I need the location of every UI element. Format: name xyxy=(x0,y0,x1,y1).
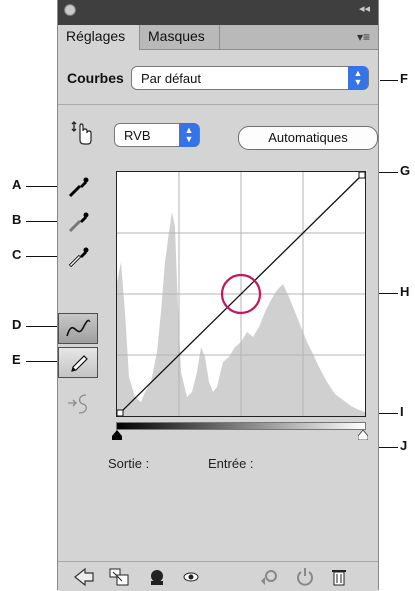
bottom-toolbar xyxy=(58,561,378,591)
callout-f-line xyxy=(380,80,398,81)
callout-i: I xyxy=(400,404,404,419)
auto-button[interactable]: Automatiques xyxy=(238,126,378,150)
callout-e-line xyxy=(26,361,58,362)
adjustments-panel: ◂◂ Réglages Masques ▾≡ Courbes Par défau… xyxy=(57,0,379,591)
input-label: Entrée : xyxy=(208,456,254,471)
callout-c: C xyxy=(12,247,22,262)
callout-d-line xyxy=(26,326,58,327)
curve-endpoint-black xyxy=(117,409,124,416)
chevron-updown-icon: ▲ ▼ xyxy=(179,123,199,147)
callout-e: E xyxy=(12,352,21,367)
channel-select[interactable]: RVB ▲ ▼ xyxy=(114,123,200,147)
panel-menu-icon[interactable]: ▾≡ xyxy=(357,30,370,44)
hand-target-icon[interactable] xyxy=(71,120,93,146)
callout-d: D xyxy=(12,317,22,332)
callout-h: H xyxy=(400,284,410,299)
channel-value: RVB xyxy=(124,128,151,143)
smooth-curve-icon xyxy=(68,394,87,414)
curve-points-icon xyxy=(66,319,91,337)
preset-select[interactable]: Par défaut ▲ ▼ xyxy=(131,66,369,90)
white-point-eyedropper-icon[interactable] xyxy=(67,245,91,269)
expand-view-icon[interactable] xyxy=(108,567,130,587)
curves-graph-canvas xyxy=(117,172,365,416)
gray-point-eyedropper-icon[interactable] xyxy=(67,210,91,234)
pencil-icon xyxy=(71,355,88,372)
clip-to-layer-icon[interactable] xyxy=(146,567,168,587)
draw-curve-button[interactable] xyxy=(58,347,98,378)
output-label: Sortie : xyxy=(108,456,150,471)
callout-b: B xyxy=(12,212,22,227)
edit-mode-toolbox xyxy=(58,313,98,395)
panel-title: Courbes xyxy=(67,70,124,86)
input-gradient-bar xyxy=(116,422,366,430)
visibility-eye-icon[interactable] xyxy=(180,567,202,587)
view-previous-icon[interactable] xyxy=(258,567,280,587)
tab-adjustments[interactable]: Réglages xyxy=(58,25,140,50)
close-icon[interactable] xyxy=(64,4,76,16)
black-point-eyedropper-icon[interactable] xyxy=(67,175,91,199)
curve-endpoint-white xyxy=(358,172,365,179)
panel-titlebar: ◂◂ xyxy=(58,0,378,26)
curves-header: Courbes Par défaut ▲ ▼ xyxy=(58,60,378,98)
trash-icon[interactable] xyxy=(328,567,350,587)
reset-icon[interactable] xyxy=(294,567,316,587)
callout-j: J xyxy=(400,438,408,453)
callout-g: G xyxy=(400,163,411,178)
white-point-slider-icon[interactable] xyxy=(358,430,368,440)
edit-points-button[interactable] xyxy=(58,313,98,344)
back-arrow-icon[interactable] xyxy=(73,567,95,587)
black-point-slider-icon[interactable] xyxy=(112,430,122,440)
curves-graph[interactable] xyxy=(116,171,366,417)
preset-value: Par défaut xyxy=(141,71,201,86)
divider xyxy=(58,104,378,105)
callout-a: A xyxy=(12,177,22,192)
tab-masks[interactable]: Masques xyxy=(140,25,220,49)
tab-bar: Réglages Masques ▾≡ xyxy=(58,25,378,50)
collapse-icon[interactable]: ◂◂ xyxy=(359,2,370,15)
callout-f: F xyxy=(400,71,408,86)
chevron-updown-icon: ▲ ▼ xyxy=(348,66,368,90)
